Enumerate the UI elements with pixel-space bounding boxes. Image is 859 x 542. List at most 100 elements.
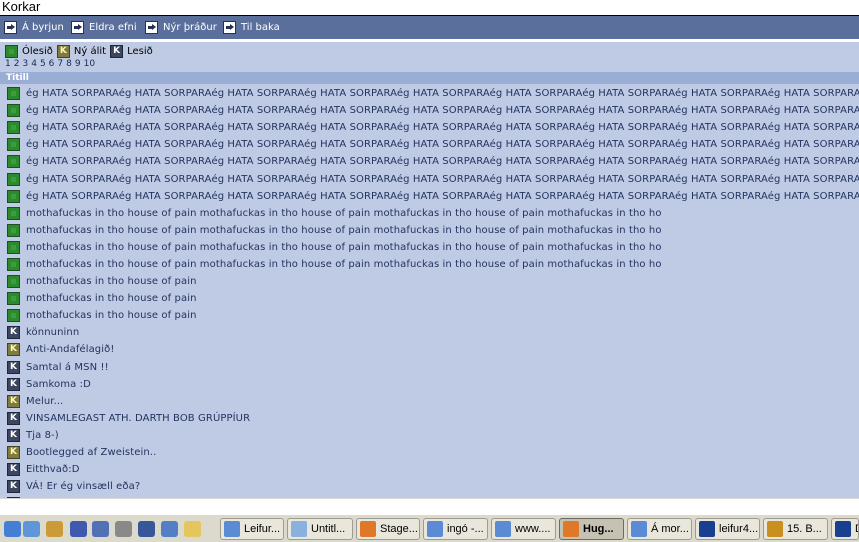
new-replies-k-icon: K [7, 446, 20, 460]
unread-green-icon [7, 206, 20, 220]
thread-title-link[interactable]: mothafuckas in tho house of pain [26, 310, 197, 321]
taskbar-button-label: Untitl... [311, 523, 346, 535]
gear-app-icon[interactable] [115, 521, 132, 537]
taskbar-button-label: leifur4... [719, 523, 759, 535]
nav-first-page-button[interactable]: Á byrjun [4, 20, 64, 35]
thread-title-link[interactable]: VÁ! Er ég vinsæll eða? [26, 481, 140, 492]
legend-unread: Ólesið [5, 44, 53, 58]
thread-title-link[interactable]: ég HATA SORPARAég HATA SORPARAég HATA SO… [26, 191, 859, 202]
scissors-icon[interactable] [92, 521, 109, 537]
thread-title-link[interactable]: ég HATA SORPARAég HATA SORPARAég HATA SO… [26, 156, 859, 167]
unread-green-icon [7, 223, 20, 237]
table-row: K Melur... [0, 393, 859, 410]
thread-title-link[interactable]: mothafuckas in tho house of pain mothafu… [26, 225, 662, 236]
word-icon[interactable] [138, 521, 155, 537]
thread-rows: ég HATA SORPARAég HATA SORPARAég HATA SO… [0, 85, 859, 498]
taskbar-button[interactable]: ingó -... [423, 518, 488, 540]
nav-first-page-label: Á byrjun [22, 22, 64, 33]
table-row: ég HATA SORPARAég HATA SORPARAég HATA SO… [0, 136, 859, 153]
thread-title-link[interactable]: Samkoma :D [26, 379, 91, 390]
page-link[interactable]: 7 [57, 59, 63, 71]
nav-back-label: Til baka [241, 22, 280, 33]
thread-title-link[interactable]: ég HATA SORPARAég HATA SORPARAég HATA SO… [26, 122, 859, 133]
thread-title-link[interactable]: VINSAMLEGAST ATH. DARTH BOB GRÚPPÍUR [26, 413, 250, 424]
unread-green-icon [7, 292, 20, 306]
page-link[interactable]: 6 [49, 59, 55, 71]
taskbar-button[interactable]: D [831, 518, 859, 540]
thread-title-link[interactable]: ég HATA SORPARAég HATA SORPARAég HATA SO… [26, 88, 859, 99]
thread-title-link[interactable]: Bootlegged af Zweistein.. [26, 447, 156, 458]
pencil-tool-icon[interactable] [46, 521, 63, 537]
status-strip [0, 498, 859, 514]
thread-title-link[interactable]: Eitthvað:D [26, 464, 80, 475]
taskbar-button[interactable]: leifur4... [695, 518, 760, 540]
taskbar-button-label: Stage... [380, 523, 418, 535]
thread-title-link[interactable]: ég HATA SORPARAég HATA SORPARAég HATA SO… [26, 105, 859, 116]
unread-green-icon [5, 44, 18, 58]
nav-back-button[interactable]: Til baka [223, 20, 280, 35]
word-icon [835, 521, 851, 537]
thread-title-link[interactable]: ég HATA SORPARAég HATA SORPARAég HATA SO… [26, 174, 859, 185]
page-link[interactable]: 5 [40, 59, 46, 71]
page-link[interactable]: 4 [31, 59, 37, 71]
arrow-right-icon [223, 21, 236, 34]
thread-title-link[interactable]: mothafuckas in tho house of pain mothafu… [26, 259, 662, 270]
taskbar-button[interactable]: 15. B... [763, 518, 828, 540]
read-k-icon: K [7, 463, 20, 477]
show-desktop-icon[interactable] [23, 521, 40, 537]
read-k-icon: K [7, 377, 20, 391]
nav-older-button[interactable]: Eldra efni [71, 20, 137, 35]
taskbar-button[interactable]: Stage... [356, 518, 420, 540]
table-row: ég HATA SORPARAég HATA SORPARAég HATA SO… [0, 102, 859, 119]
messenger-icon [495, 521, 511, 537]
table-row: K Anti-Andafélagið! [0, 341, 859, 358]
taskbar-button-label: Hug... [583, 523, 614, 535]
thread-title-link[interactable]: mothafuckas in tho house of pain [26, 293, 197, 304]
table-row: K VÁ! Er ég vinsæll eða? [0, 478, 859, 495]
outlook-icon[interactable] [161, 521, 178, 537]
page-link[interactable]: 8 [66, 59, 72, 71]
read-k-icon: K [7, 360, 20, 374]
page-link[interactable]: 2 [14, 59, 20, 71]
diamond-app-icon[interactable] [70, 521, 87, 537]
notepad-icon [291, 521, 307, 537]
taskbar-button[interactable]: Leifur... [220, 518, 284, 540]
read-k-icon: K [7, 326, 20, 340]
thread-title-link[interactable]: Tja 8-) [26, 430, 59, 441]
window-title-bar: Korkar [0, 0, 859, 16]
arrow-right-icon [4, 21, 17, 34]
table-row: mothafuckas in tho house of pain mothafu… [0, 222, 859, 239]
legend-new-replies: K Ný álit [56, 44, 106, 58]
page-link[interactable]: 10 [84, 59, 95, 71]
taskbar-button[interactable]: Hug... [559, 518, 624, 540]
unread-green-icon [7, 138, 20, 152]
taskbar-button[interactable]: Untitl... [287, 518, 353, 540]
table-row: mothafuckas in tho house of pain mothafu… [0, 205, 859, 222]
table-row: ég HATA SORPARAég HATA SORPARAég HATA SO… [0, 170, 859, 187]
page-link[interactable]: 1 [5, 59, 11, 71]
thread-title-link[interactable]: Melur... [26, 396, 63, 407]
internet-explorer-icon[interactable] [4, 521, 21, 537]
unread-green-icon [7, 155, 20, 169]
thread-title-link[interactable]: ég HATA SORPARAég HATA SORPARAég HATA SO… [26, 139, 859, 150]
thread-title-link[interactable]: könnuninn [26, 327, 79, 338]
table-row: K Tja 8-) [0, 427, 859, 444]
new-replies-k-icon: K [7, 394, 20, 408]
thread-title-link[interactable]: Anti-Andafélagið! [26, 344, 114, 355]
thread-title-link[interactable]: mothafuckas in tho house of pain [26, 276, 197, 287]
taskbar-button[interactable]: www.... [491, 518, 556, 540]
forum-nav-bar: Á byrjun Eldra efni Nýr þráður Til baka [0, 16, 859, 39]
nav-new-thread-button[interactable]: Nýr þráður [145, 20, 217, 35]
arrow-right-icon [71, 21, 84, 34]
page-link[interactable]: 9 [75, 59, 81, 71]
taskbar-button-label: ingó -... [447, 523, 484, 535]
taskbar-button[interactable]: Á mor... [627, 518, 692, 540]
table-row: mothafuckas in tho house of pain mothafu… [0, 256, 859, 273]
folder-icon[interactable] [184, 521, 201, 537]
table-row: K Samtal á MSN !! [0, 359, 859, 376]
thread-title-link[interactable]: mothafuckas in tho house of pain mothafu… [26, 208, 662, 219]
thread-title-link[interactable]: Samtal á MSN !! [26, 362, 109, 373]
page-link[interactable]: 3 [22, 59, 28, 71]
table-row: mothafuckas in tho house of pain mothafu… [0, 239, 859, 256]
thread-title-link[interactable]: mothafuckas in tho house of pain mothafu… [26, 242, 662, 253]
